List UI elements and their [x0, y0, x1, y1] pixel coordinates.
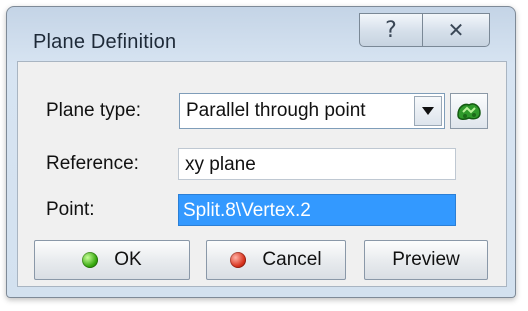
law-editor-button[interactable] [450, 93, 488, 129]
plane-type-value: Parallel through point [186, 100, 366, 121]
chevron-down-icon[interactable] [414, 96, 442, 126]
point-field[interactable]: Split.8\Vertex.2 [178, 194, 456, 226]
ok-status-icon [82, 252, 99, 268]
help-button[interactable]: ? [359, 13, 423, 47]
dialog-title: Plane Definition [33, 31, 177, 53]
plane-type-label: Plane type: [46, 100, 142, 121]
cancel-label: Cancel [262, 249, 322, 270]
close-button[interactable]: ✕ [422, 13, 490, 47]
dialog-body: Plane type: Parallel through point Refer… [17, 61, 507, 287]
close-icon: ✕ [447, 18, 465, 42]
ok-label: OK [114, 249, 142, 270]
law-editor-icon [457, 103, 481, 120]
ok-button[interactable]: OK [34, 240, 190, 280]
help-icon: ? [385, 17, 397, 43]
preview-button[interactable]: Preview [364, 240, 488, 280]
plane-type-dropdown[interactable]: Parallel through point [179, 93, 445, 129]
plane-definition-dialog: Plane Definition ? ✕ Plane type: Paralle… [6, 6, 516, 298]
point-label: Point: [46, 199, 95, 220]
cancel-status-icon [230, 252, 247, 268]
point-value: Split.8\Vertex.2 [183, 200, 311, 221]
reference-label: Reference: [46, 153, 139, 174]
reference-field[interactable]: xy plane [178, 148, 456, 180]
cancel-button[interactable]: Cancel [206, 240, 346, 280]
preview-label: Preview [392, 249, 460, 270]
reference-value: xy plane [185, 154, 256, 175]
